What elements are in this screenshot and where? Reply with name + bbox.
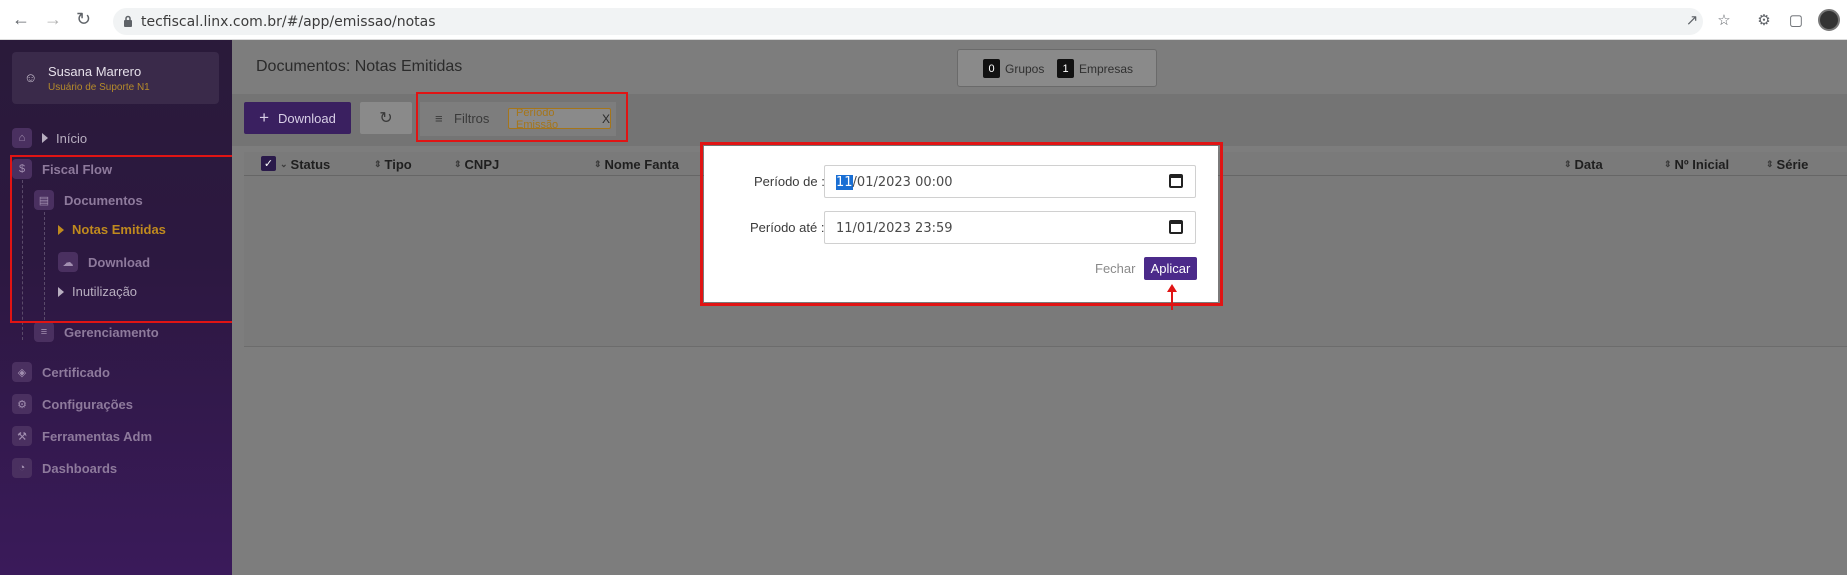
column-label: Status xyxy=(290,157,331,172)
sort-icon: ⇕ xyxy=(594,159,602,169)
wrench-icon: ⚒ xyxy=(12,426,32,446)
shield-icon: ◈ xyxy=(12,362,32,382)
side-panel-icon[interactable]: ▢ xyxy=(1787,11,1805,29)
url-text: tecfiscal.linx.com.br/#/app/emissao/nota… xyxy=(141,14,436,30)
column-nome-fantasia[interactable]: ⇕ Nome Fanta xyxy=(594,157,679,172)
column-label: Data xyxy=(1574,157,1603,172)
sidebar-item-label: Certificado xyxy=(42,364,110,380)
download-button-label: Download xyxy=(278,110,336,126)
select-all-checkbox[interactable]: ✓ xyxy=(261,156,276,171)
sidebar-item-ferramentas-adm[interactable]: ⚒ Ferramentas Adm xyxy=(12,426,152,446)
grupos-count: 0 xyxy=(983,59,1000,78)
reload-icon[interactable]: ↻ xyxy=(76,9,91,30)
forward-icon[interactable]: → xyxy=(44,9,62,30)
sidebar-item-label: Configurações xyxy=(42,396,134,412)
column-label: CNPJ xyxy=(464,157,500,172)
user-icon: ☺ xyxy=(24,70,38,85)
sidebar-item-gerenciamento[interactable]: ≡ Gerenciamento xyxy=(34,322,159,342)
user-card[interactable]: ☺ Susana Marrero Usuário de Suporte N1 xyxy=(12,52,219,104)
bookmark-star-icon[interactable]: ☆ xyxy=(1715,11,1733,29)
sort-icon: ⌄ xyxy=(280,159,288,169)
annotation-highlight-popover xyxy=(700,142,1223,306)
page-title: Documentos: Notas Emitidas xyxy=(256,58,463,75)
column-label: Nº Inicial xyxy=(1674,157,1730,172)
grupos-counter[interactable]: 0 Grupos xyxy=(983,59,1044,78)
profile-avatar[interactable] xyxy=(1818,9,1840,31)
sort-icon: ⇕ xyxy=(1664,159,1672,169)
sidebar-item-label: Início xyxy=(56,130,88,146)
browser-toolbar: ← → ↻ tecfiscal.linx.com.br/#/app/emissa… xyxy=(0,0,1847,40)
sidebar-item-certificado[interactable]: ◈ Certificado xyxy=(12,362,110,382)
empresas-counter[interactable]: 1 Empresas xyxy=(1057,59,1133,78)
user-name: Susana Marrero xyxy=(48,64,142,79)
extensions-icon[interactable]: ⚙ xyxy=(1755,11,1773,29)
sort-icon: ⇕ xyxy=(454,159,462,169)
sort-icon: ⇕ xyxy=(1766,159,1774,169)
download-button[interactable]: + Download xyxy=(244,102,351,134)
refresh-icon: ↻ xyxy=(379,110,393,127)
sidebar-item-label: Ferramentas Adm xyxy=(42,428,153,444)
sidebar-item-label: Gerenciamento xyxy=(64,324,159,340)
empresas-count: 1 xyxy=(1057,59,1074,78)
column-serie[interactable]: ⇕ Série xyxy=(1766,157,1808,172)
address-bar[interactable]: tecfiscal.linx.com.br/#/app/emissao/nota… xyxy=(113,8,1703,35)
user-role: Usuário de Suporte N1 xyxy=(48,82,150,93)
annotation-highlight-sidebar xyxy=(10,155,240,323)
column-data[interactable]: ⇕ Data xyxy=(1564,157,1603,172)
annotation-arrow xyxy=(1171,290,1173,310)
sidebar-item-configuracoes[interactable]: ⚙ Configurações xyxy=(12,394,133,414)
column-tipo[interactable]: ⇕ Tipo xyxy=(374,157,412,172)
context-counters[interactable]: 0 Grupos 1 Empresas xyxy=(957,49,1157,87)
column-label: Tipo xyxy=(384,157,412,172)
column-label: Série xyxy=(1776,157,1809,172)
gear-icon: ⚙ xyxy=(12,394,32,414)
gauge-icon: ◔ xyxy=(12,458,32,478)
annotation-highlight-filters xyxy=(416,92,628,142)
column-label: Nome Fanta xyxy=(604,157,679,172)
caret-right-icon xyxy=(42,133,48,143)
sidebar-item-dashboards[interactable]: ◔ Dashboards xyxy=(12,458,117,478)
page-header: Documentos: Notas Emitidas 0 Grupos 1 Em… xyxy=(232,40,1847,94)
share-icon[interactable]: ↗ xyxy=(1683,11,1701,29)
annotation-arrow-head xyxy=(1167,284,1177,292)
lock-icon xyxy=(123,14,133,27)
column-cnpj[interactable]: ⇕ CNPJ xyxy=(454,157,499,172)
plus-icon: + xyxy=(259,108,270,127)
sort-icon: ⇕ xyxy=(374,159,382,169)
column-status[interactable]: ⌄ Status xyxy=(280,157,330,172)
refresh-button[interactable]: ↻ xyxy=(360,102,412,134)
back-icon[interactable]: ← xyxy=(12,9,30,30)
sidebar-item-inicio[interactable]: ⌂ Início xyxy=(12,128,87,148)
sort-icon: ⇕ xyxy=(1564,159,1572,169)
grupos-label: Grupos xyxy=(1005,61,1045,76)
settings-sliders-icon: ≡ xyxy=(34,322,54,342)
empresas-label: Empresas xyxy=(1079,61,1134,76)
sidebar-item-label: Dashboards xyxy=(42,460,118,476)
home-icon: ⌂ xyxy=(12,128,32,148)
column-numero-inicial[interactable]: ⇕ Nº Inicial xyxy=(1664,157,1729,172)
